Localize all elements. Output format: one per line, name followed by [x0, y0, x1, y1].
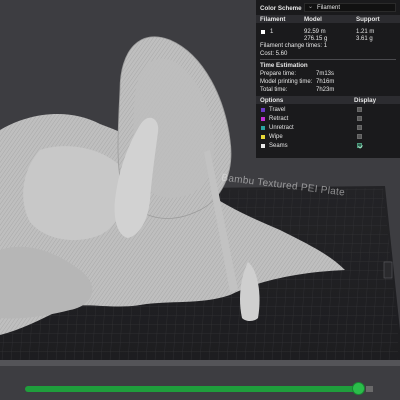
option-wipe-label: Wipe [269, 134, 283, 140]
option-retract-checkbox[interactable] [357, 116, 362, 121]
total-time-label: Total time: [260, 87, 288, 93]
option-travel-checkbox[interactable] [357, 107, 362, 112]
option-unretract-label: Unretract [269, 125, 294, 131]
filament-col-header: Filament [260, 16, 286, 23]
color-scheme-value: Filament [317, 5, 341, 11]
layer-slider-handle[interactable] [353, 383, 364, 394]
options-title: Options [260, 97, 284, 104]
support-weight: 3.61 g [356, 36, 373, 42]
option-retract-label: Retract [269, 116, 289, 122]
option-travel-label: Travel [269, 107, 286, 113]
prepare-time-label: Prepare time: [260, 71, 297, 77]
option-wipe-checkbox[interactable] [357, 134, 362, 139]
filament-change-times: Filament change times: 1 [260, 43, 328, 49]
option-unretract-checkbox[interactable] [357, 125, 362, 130]
layer-slider-track[interactable] [25, 386, 360, 392]
viewport[interactable]: Bambu Textured PEI Plate Color Scheme ⌄ … [0, 0, 400, 400]
option-seams-label: Seams [269, 143, 288, 149]
printing-time-value: 7h16m [316, 79, 335, 85]
color-scheme-label: Color Scheme [260, 5, 302, 12]
time-estimation-title: Time Estimation [260, 62, 308, 69]
model-col-header: Model [304, 16, 322, 23]
option-seams-checkbox[interactable] [357, 143, 362, 148]
retract-color-swatch [261, 117, 265, 121]
seams-color-swatch [261, 144, 265, 148]
display-title: Display [354, 97, 377, 104]
printing-time-label: Model printing time: [260, 79, 313, 85]
unretract-color-swatch [261, 126, 265, 130]
cost: Cost: 5.60 [260, 51, 288, 57]
support-col-header: Support [356, 16, 380, 23]
model-head [23, 146, 127, 241]
wipe-color-swatch [261, 135, 265, 139]
plate-notch [383, 261, 393, 279]
slice-info-panel: Color Scheme ⌄ Filament Filament Model S… [256, 0, 400, 158]
plate-front-edge [0, 360, 400, 366]
filament-color-swatch [261, 30, 265, 34]
total-time-value: 7h23m [316, 87, 335, 93]
chevron-down-icon: ⌄ [308, 4, 314, 10]
prepare-time-value: 7m13s [316, 71, 335, 77]
layer-slider-end-cap [366, 386, 373, 392]
travel-color-swatch [261, 108, 265, 112]
color-scheme-select[interactable]: ⌄ Filament [304, 3, 396, 12]
filament-id: 1 [270, 29, 274, 35]
